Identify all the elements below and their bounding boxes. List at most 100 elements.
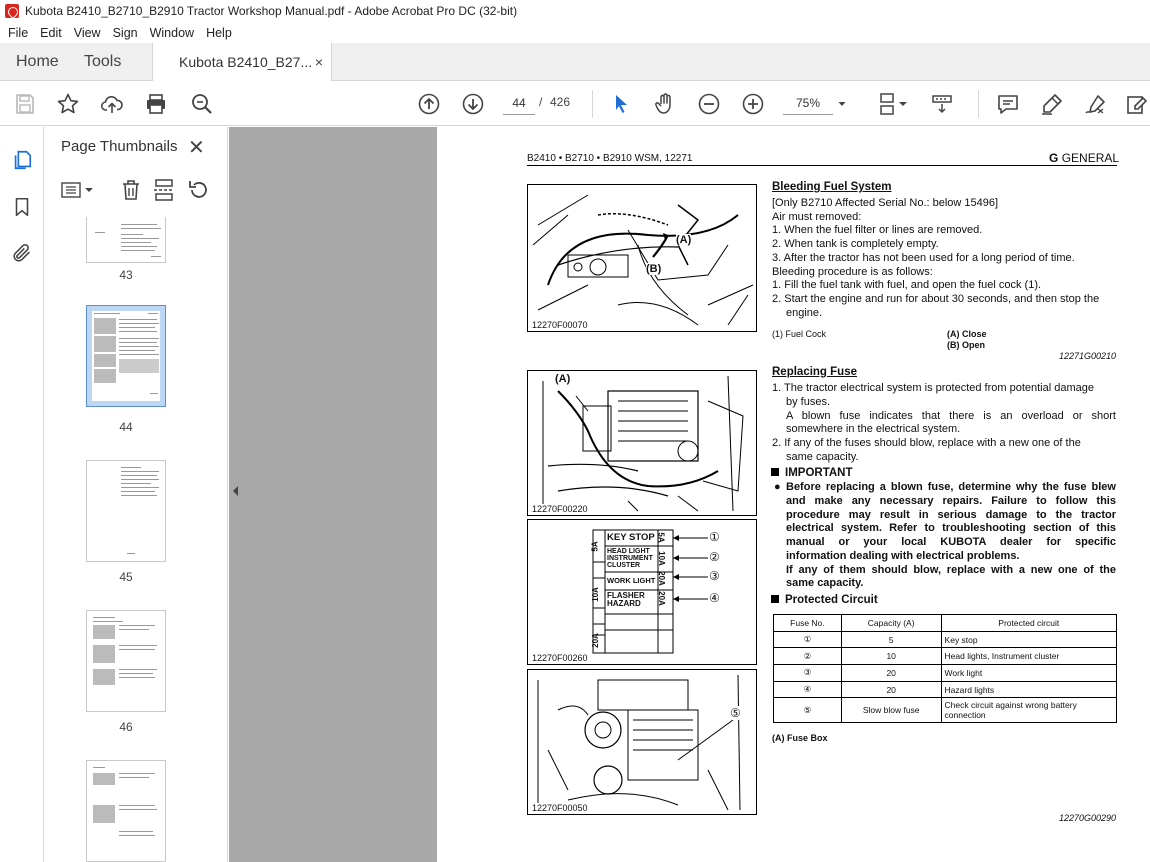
previous-page-button[interactable]	[415, 90, 443, 118]
fuse-line: by fuses.	[786, 396, 831, 408]
page-display-button[interactable]	[874, 90, 912, 118]
menu-edit[interactable]: Edit	[34, 26, 68, 40]
menu-view[interactable]: View	[68, 26, 107, 40]
save-button[interactable]	[11, 90, 39, 118]
select-tool-button[interactable]	[607, 90, 635, 118]
plus-circle-icon	[742, 93, 764, 115]
important-line: procedure may result in serious damage t…	[786, 509, 1116, 521]
fuse-label-cluster: CLUSTER	[607, 562, 641, 569]
fuse-callout-4: ④	[709, 591, 720, 605]
comment-button[interactable]	[994, 90, 1022, 118]
fuse-left-amp: 20A	[590, 633, 600, 648]
pen-highlight-icon	[1042, 94, 1062, 115]
bleeding-line: engine.	[786, 307, 823, 319]
figure-fuse-location: (A) 12270F00220	[527, 370, 757, 516]
page-number-input[interactable]	[503, 91, 535, 115]
signature-pen-icon	[1085, 95, 1105, 114]
paperclip-icon	[13, 244, 30, 262]
menu-window[interactable]: Window	[144, 26, 200, 40]
important-line: If any of them should blow, replace with…	[786, 564, 1116, 576]
header-section-name: GENERAL	[1061, 151, 1120, 165]
highlight-button[interactable]	[1038, 90, 1066, 118]
menu-sign[interactable]: Sign	[107, 26, 144, 40]
share-upload-button[interactable]	[98, 90, 126, 118]
table-row: ③ 20 Work light	[773, 664, 1118, 682]
thumbnail-label: 43	[119, 268, 133, 282]
extract-pages-icon[interactable]	[152, 178, 176, 202]
sign-button[interactable]	[1082, 90, 1110, 118]
star-icon	[57, 93, 79, 114]
fuse-label-key-stop: KEY STOP	[607, 532, 655, 543]
close-tab-button[interactable]: ×	[315, 54, 323, 70]
table-cell: Head lights, Instrument cluster	[940, 647, 1118, 666]
window-title: Kubota B2410_B2710_B2910 Tractor Worksho…	[25, 4, 518, 18]
thumbnail-list: 43 44 45 46	[45, 217, 210, 862]
thumbnail-label: 45	[119, 570, 133, 584]
bleeding-line: [Only B2710 Affected Serial No.: below 1…	[772, 197, 999, 209]
figure-caption: 12270F00220	[531, 504, 589, 514]
menu-file[interactable]: File	[2, 26, 34, 40]
rotate-icon[interactable]	[187, 178, 211, 202]
fuse-right-amp: 5A	[656, 532, 666, 543]
figure-slow-blow-fuse: ⑤ 12270F00050	[527, 669, 757, 815]
header-rule	[527, 165, 1117, 166]
reference-code: 12270G00290	[1059, 813, 1117, 823]
keyboard-scroll-icon	[932, 95, 952, 114]
zoom-out-button[interactable]	[695, 90, 723, 118]
fuse-left-amp: 5A	[590, 541, 600, 552]
fuse-line: 1. The tractor electrical system is prot…	[772, 382, 1094, 394]
bleeding-line: 2. Start the engine and run for about 30…	[772, 293, 1100, 305]
thumbnail-page-44[interactable]	[86, 305, 166, 407]
printer-icon	[147, 94, 165, 114]
thumbnail-page-47[interactable]	[86, 760, 166, 862]
table-row: ② 10 Head lights, Instrument cluster	[773, 647, 1118, 666]
page-thumbnails-button[interactable]	[9, 147, 35, 173]
protected-circuit-table: Fuse No. Capacity (A) Protected circuit …	[773, 614, 1118, 724]
callout-a: (A)	[676, 234, 692, 246]
table-cell: ④	[773, 680, 842, 699]
fuse-right-amp: 10A	[656, 551, 666, 566]
tab-tools[interactable]: Tools	[70, 43, 152, 80]
acrobat-logo-icon	[5, 4, 19, 18]
table-row: ① 5 Key stop	[773, 630, 1118, 649]
table-cell: ③	[773, 664, 842, 682]
toolbar-divider	[978, 90, 979, 118]
arrow-down-circle-icon	[462, 93, 484, 115]
navigation-rail	[0, 127, 44, 862]
thumbnail-toolbar	[59, 177, 219, 203]
attachments-button[interactable]	[9, 240, 35, 266]
thumbnail-label: 44	[119, 420, 133, 434]
next-page-button[interactable]	[459, 90, 487, 118]
thumbnail-page-43[interactable]	[86, 217, 166, 263]
more-tools-button[interactable]	[1124, 90, 1150, 118]
page-header-left: B2410 • B2710 • B2910 WSM, 12271	[527, 153, 693, 164]
zoom-level-input[interactable]	[783, 91, 833, 115]
bleeding-line: 3. After the tractor has not been used f…	[772, 252, 1075, 264]
print-button[interactable]	[142, 90, 170, 118]
legend-fuel-cock: (1) Fuel Cock	[772, 329, 827, 339]
fuse-line: 2. If any of the fuses should blow, repl…	[772, 437, 1081, 449]
thumbnail-options-icon[interactable]	[61, 180, 95, 200]
bleeding-line: Air must removed:	[772, 211, 862, 223]
callout-b: (B)	[646, 263, 662, 275]
bookmark-star-button[interactable]	[54, 90, 82, 118]
close-panel-button[interactable]: ✕	[188, 135, 205, 160]
tab-document[interactable]: Kubota B2410_B27... ×	[152, 43, 332, 81]
table-cell: ①	[773, 630, 842, 649]
panel-title: Page Thumbnails	[61, 138, 178, 155]
scroll-mode-button[interactable]	[928, 90, 956, 118]
fuse-label-work-light: WORK LIGHT	[607, 576, 656, 585]
trash-icon[interactable]	[119, 178, 143, 202]
zoom-in-button[interactable]	[739, 90, 767, 118]
important-line: information dealing with electrical prob…	[786, 550, 1020, 562]
tab-home[interactable]: Home	[0, 43, 70, 80]
important-line: electrical system. Refer to troubleshoot…	[786, 522, 1116, 534]
bookmarks-button[interactable]	[9, 194, 35, 220]
menu-help[interactable]: Help	[200, 26, 238, 40]
thumbnail-page-46[interactable]	[86, 610, 166, 712]
find-button[interactable]	[188, 90, 216, 118]
collapse-panel-icon[interactable]	[231, 485, 239, 497]
zoom-dropdown-button[interactable]	[832, 90, 852, 118]
thumbnail-page-45[interactable]	[86, 460, 166, 562]
hand-tool-button[interactable]	[651, 90, 679, 118]
